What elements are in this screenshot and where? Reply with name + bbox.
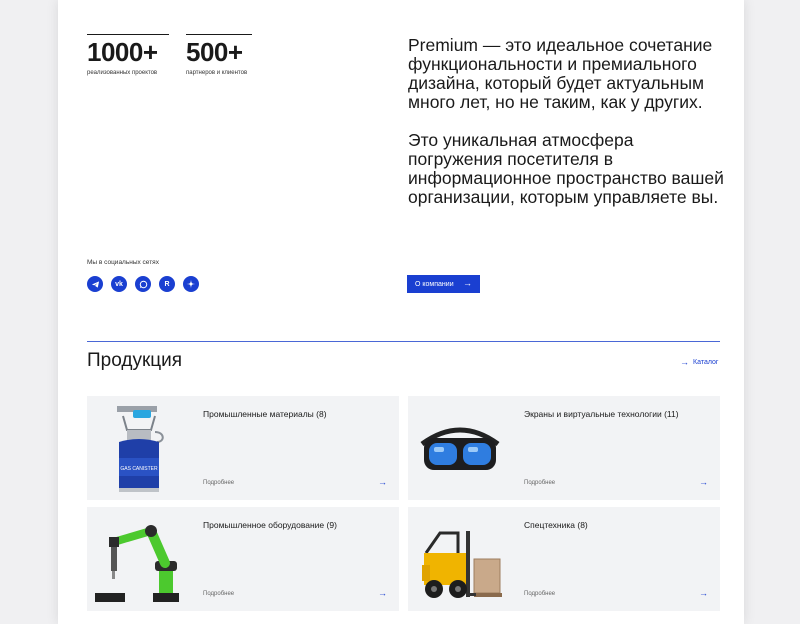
product-card-more[interactable]: Подробнее	[203, 480, 234, 486]
catalog-link-label: Каталог	[693, 358, 719, 366]
stat-label: реализованных проектов	[87, 70, 158, 76]
robot-arm-image	[93, 513, 185, 605]
forklift-image	[414, 513, 506, 605]
yandex-zen-icon[interactable]	[183, 276, 199, 292]
social-links: vk R	[87, 276, 199, 292]
arrow-right-icon: →	[699, 477, 708, 487]
product-card-title: Спецтехника (8)	[524, 520, 588, 530]
catalog-link[interactable]: → Каталог	[680, 357, 718, 367]
product-card-more[interactable]: Подробнее	[524, 591, 555, 597]
rutube-icon[interactable]: R	[159, 276, 175, 292]
about-company-button[interactable]: О компании →	[407, 275, 480, 293]
stat-partners: 500+ партнеров и клиентов	[186, 34, 252, 76]
product-card-title: Экраны и виртуальные технологии (11)	[524, 409, 679, 419]
gas-canister-image: GAS CANISTER	[93, 402, 185, 494]
product-card-screens[interactable]: Экраны и виртуальные технологии (11) Под…	[408, 396, 720, 500]
section-divider	[87, 341, 720, 342]
intro-paragraph: Premium — это идеальное сочетание функци…	[408, 35, 713, 112]
arrow-right-icon: →	[699, 588, 708, 598]
products-title: Продукция	[87, 350, 183, 371]
telegram-icon[interactable]	[87, 276, 103, 292]
page-content: 1000+ реализованных проектов 500+ партне…	[58, 0, 744, 624]
stat-projects: 1000+ реализованных проектов	[87, 34, 169, 76]
product-card-title: Промышленные материалы (8)	[203, 409, 327, 419]
stat-value: 1000+	[87, 37, 158, 67]
vr-goggles-image	[414, 402, 506, 494]
product-card-more[interactable]: Подробнее	[203, 591, 234, 597]
arrow-right-icon: →	[378, 588, 387, 598]
whatsapp-icon[interactable]	[135, 276, 151, 292]
product-card-equipment[interactable]: Промышленное оборудование (9) Подробнее …	[87, 507, 399, 611]
product-card-special-vehicles[interactable]: Спецтехника (8) Подробнее →	[408, 507, 720, 611]
intro-paragraph: Это уникальная атмосфера погружения посе…	[408, 130, 724, 207]
product-card-title: Промышленное оборудование (9)	[203, 520, 337, 530]
svg-text:GAS CANISTER: GAS CANISTER	[120, 466, 158, 472]
intro-text: Premium — это идеальное сочетание функци…	[408, 36, 728, 207]
arrow-right-icon: →	[463, 278, 472, 288]
stat-label: партнеров и клиентов	[186, 70, 248, 76]
arrow-right-icon: →	[680, 357, 689, 367]
social-label: Мы в социальных сетях	[87, 259, 159, 266]
vk-icon[interactable]: vk	[111, 276, 127, 292]
product-card-materials[interactable]: GAS CANISTER Промышленные материалы (8) …	[87, 396, 399, 500]
stat-value: 500+	[186, 37, 243, 67]
product-card-more[interactable]: Подробнее	[524, 480, 555, 486]
arrow-right-icon: →	[378, 477, 387, 487]
about-company-label: О компании	[415, 280, 454, 288]
